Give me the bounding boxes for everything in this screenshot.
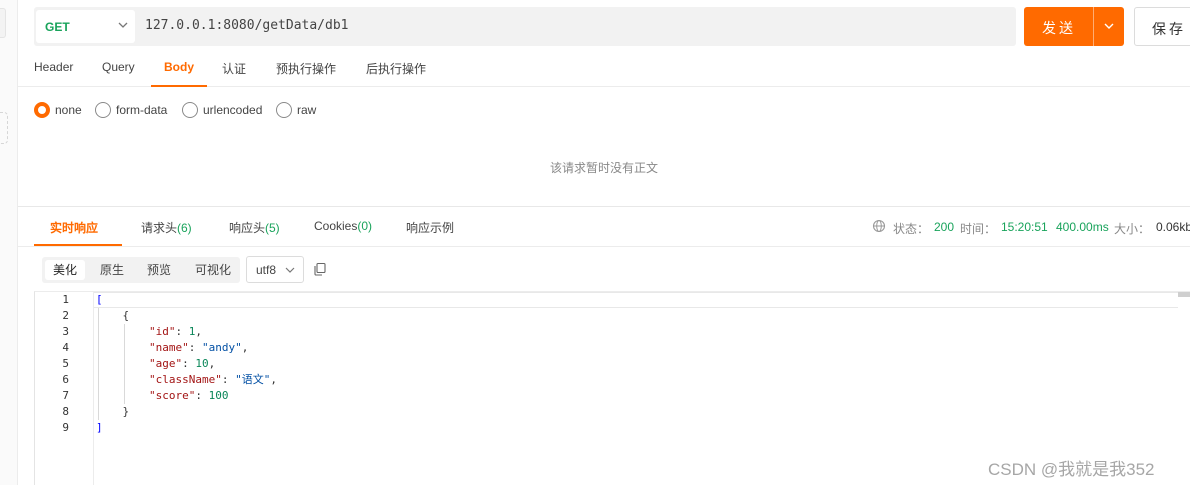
- send-split-divider: [1093, 7, 1094, 46]
- tab-pre-request[interactable]: 预执行操作: [276, 60, 336, 77]
- tab-label: 响应头: [229, 221, 266, 235]
- request-url-bar: GET 127.0.0.1:8080/getData/db1: [34, 7, 1016, 46]
- radio-label: none: [55, 103, 82, 117]
- line-number: 2: [62, 309, 69, 322]
- scrollbar-marker[interactable]: [1178, 292, 1190, 297]
- tab-label: 响应示例: [406, 221, 455, 235]
- radio-dot: [34, 102, 50, 118]
- radio-dot: [95, 102, 111, 118]
- code-line: "score": 100: [148, 389, 229, 402]
- active-tab-indicator: [34, 244, 122, 246]
- tab-count: (5): [265, 221, 280, 235]
- tab-post-request[interactable]: 后执行操作: [366, 60, 426, 77]
- line-number: 4: [62, 341, 69, 354]
- encoding-value: utf8: [256, 263, 277, 277]
- code-line: [: [96, 293, 103, 306]
- chevron-down-icon[interactable]: [1102, 19, 1116, 33]
- size-value: 0.06kb: [1156, 220, 1190, 234]
- code-line: {: [96, 309, 130, 322]
- sidebar-drag-handle[interactable]: [0, 112, 8, 144]
- time-value: 15:20:51: [1001, 220, 1048, 234]
- encoding-select[interactable]: utf8: [246, 256, 304, 283]
- status-code: 200: [934, 220, 955, 234]
- code-line: "name": "andy",: [148, 341, 249, 354]
- tab-live-response[interactable]: 实时响应: [50, 219, 98, 236]
- current-line-highlight: [94, 292, 1178, 308]
- status-label: 状态：: [893, 222, 930, 236]
- tab-response-headers[interactable]: 响应头(5): [229, 219, 280, 236]
- line-number-gutter: 1 2 3 4 5 6 7 8 9: [35, 292, 94, 485]
- sidebar-collapse-handle[interactable]: [0, 8, 6, 38]
- view-mode-visualize[interactable]: 可视化: [187, 260, 239, 280]
- tab-label: 实时响应: [50, 221, 99, 235]
- send-label: 发送: [1042, 20, 1076, 36]
- chevron-down-icon: [118, 22, 128, 28]
- left-sidebar-edge: [0, 0, 18, 485]
- gutter-divider: [93, 292, 94, 485]
- method-label: GET: [45, 20, 70, 34]
- code-line: "className": "语文",: [148, 373, 277, 386]
- tab-body[interactable]: Body: [164, 60, 194, 74]
- view-mode-raw[interactable]: 原生: [92, 260, 132, 280]
- watermark-text: CSDN @我就是我352: [988, 460, 1155, 479]
- code-line: ]: [96, 421, 103, 434]
- view-mode-preview[interactable]: 预览: [139, 260, 179, 280]
- copy-icon[interactable]: [312, 261, 328, 277]
- url-input[interactable]: 127.0.0.1:8080/getData/db1: [145, 18, 349, 33]
- tab-query[interactable]: Query: [102, 60, 135, 74]
- tab-auth[interactable]: 认证: [222, 60, 246, 77]
- line-number: 3: [62, 325, 69, 338]
- save-label: 保存: [1152, 21, 1186, 37]
- tab-cookies[interactable]: Cookies(0): [314, 219, 372, 233]
- line-number: 6: [62, 373, 69, 386]
- duration-value: 400.00ms: [1056, 220, 1109, 234]
- view-mode-toggle: 美化 原生 预览 可视化: [42, 257, 240, 283]
- time-label: 时间：: [960, 222, 997, 236]
- radio-label: urlencoded: [203, 103, 263, 117]
- tab-header[interactable]: Header: [34, 60, 73, 74]
- send-button[interactable]: 发送: [1024, 7, 1124, 46]
- line-number: 9: [62, 421, 69, 434]
- radio-label: form-data: [116, 103, 168, 117]
- code-line: "id": 1,: [148, 325, 202, 338]
- line-number: 5: [62, 357, 69, 370]
- radio-label: raw: [297, 103, 317, 117]
- chevron-down-icon: [285, 267, 295, 273]
- line-number: 7: [62, 389, 69, 402]
- code-line: }: [96, 405, 130, 418]
- radio-dot: [182, 102, 198, 118]
- tab-label: 请求头: [141, 221, 178, 235]
- globe-icon: [872, 219, 886, 233]
- tab-response-examples[interactable]: 响应示例: [406, 219, 454, 236]
- request-tabs: Header Query Body 认证 预执行操作 后执行操作: [18, 48, 1190, 87]
- size-label: 大小：: [1114, 222, 1151, 236]
- tab-label: Cookies: [314, 219, 358, 233]
- view-mode-pretty[interactable]: 美化: [45, 260, 86, 280]
- save-button[interactable]: 保存: [1134, 7, 1190, 46]
- tab-count: (6): [177, 221, 192, 235]
- line-number: 1: [62, 293, 69, 306]
- method-select[interactable]: GET: [36, 10, 135, 43]
- line-number: 8: [62, 405, 69, 418]
- tab-request-headers[interactable]: 请求头(6): [141, 219, 192, 236]
- radio-dot: [276, 102, 292, 118]
- empty-body-message: 该请求暂时没有正文: [549, 161, 658, 175]
- active-tab-indicator: [151, 85, 207, 87]
- tab-count: (0): [357, 219, 373, 233]
- code-line: "age": 10,: [148, 357, 216, 370]
